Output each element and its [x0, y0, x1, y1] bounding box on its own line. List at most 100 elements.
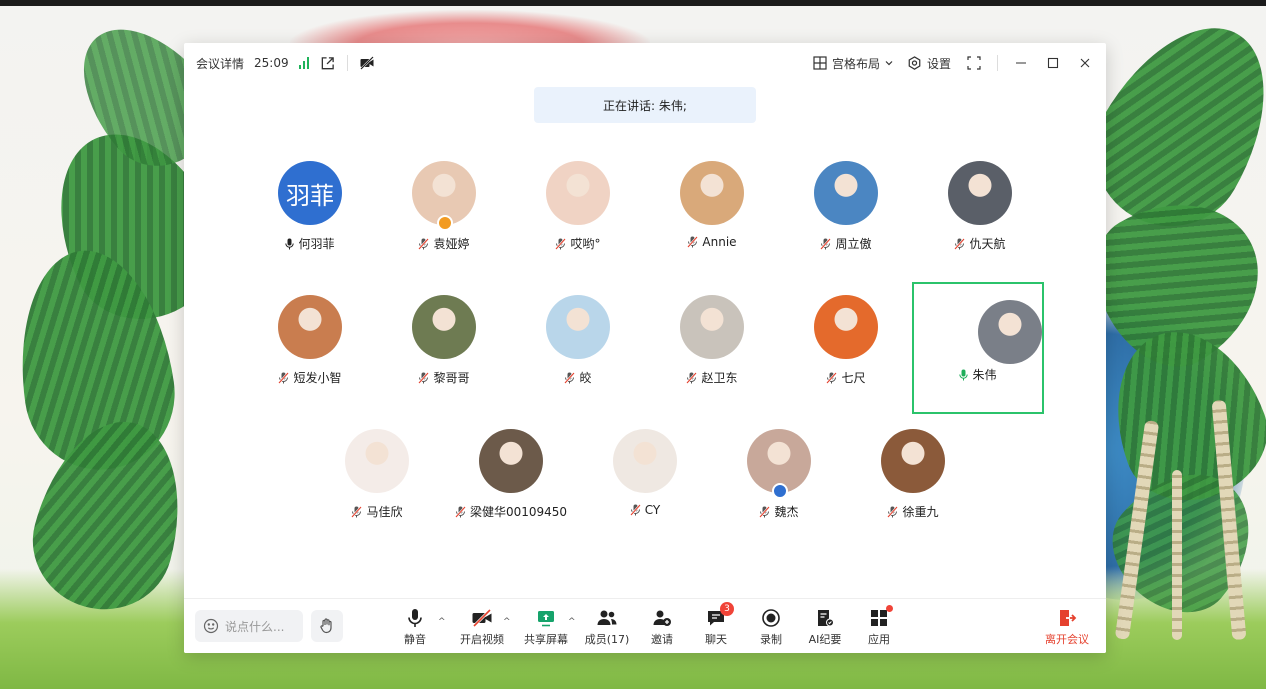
share-screen-button[interactable]: 共享屏幕	[518, 607, 574, 647]
avatar-container	[680, 161, 744, 231]
ai-summary-button[interactable]: AI纪要	[797, 607, 853, 647]
chat-unread-badge: 3	[720, 602, 734, 616]
chat-placeholder: 说点什么...	[225, 619, 285, 634]
participant-tile[interactable]: 赵卫东	[646, 285, 778, 417]
participant-name-line: 朱伟	[914, 366, 1042, 383]
mute-options-caret[interactable]: ^	[438, 617, 446, 627]
chat-button[interactable]: 3 聊天	[688, 602, 744, 647]
participant-name-line: 马佳欣	[311, 503, 443, 520]
share-label: 共享屏幕	[524, 633, 568, 646]
participant-name-line: 皎	[512, 369, 644, 386]
participant-name: 魏杰	[774, 505, 799, 519]
participant-tile[interactable]: 朱伟	[912, 282, 1044, 414]
leave-meeting-button[interactable]: 离开会议	[1039, 607, 1095, 647]
participant-name: 朱伟	[972, 368, 997, 382]
start-video-button[interactable]: 开启视频	[454, 607, 510, 647]
record-button[interactable]: 录制	[743, 607, 799, 647]
quick-chat-input[interactable]: 说点什么...	[195, 610, 303, 642]
participant-tile[interactable]: 皎	[512, 285, 644, 417]
participant-tile[interactable]: 黎哥哥	[378, 285, 510, 417]
add-user-icon	[651, 607, 673, 629]
participant-name: 七尺	[841, 371, 866, 385]
participant-name-line: 袁娅婷	[378, 235, 510, 252]
apps-button[interactable]: 应用	[851, 605, 907, 647]
mic-muted-icon	[759, 505, 771, 518]
wallpaper-trunk	[1172, 470, 1182, 640]
apps-icon	[868, 605, 893, 629]
meeting-window: 会议详情 25:09 宫格布局 设置 正在讲话: 朱伟; 羽菲 何羽菲 袁娅婷 …	[184, 43, 1106, 653]
avatar-container	[479, 429, 543, 499]
avatar	[814, 295, 878, 359]
avatar	[345, 429, 409, 493]
mic-muted-icon	[820, 237, 832, 250]
exit-icon	[1056, 607, 1078, 629]
participant-name-line: 七尺	[780, 369, 912, 386]
apps-label: 应用	[868, 633, 890, 646]
meeting-toolbar: 说点什么... 静音 ^ 开启视频 ^ 共享屏幕 ^ 成员(17) 邀请 3 聊…	[184, 598, 1106, 653]
share-screen-icon	[535, 607, 557, 629]
video-off-icon	[471, 607, 493, 629]
avatar-container	[278, 295, 342, 365]
participant-tile[interactable]: 马佳欣	[311, 419, 443, 551]
participant-tile[interactable]: Annie	[646, 151, 778, 283]
apps-notification-dot	[886, 605, 893, 612]
mic-muted-icon	[687, 236, 699, 248]
avatar	[680, 295, 744, 359]
avatar	[680, 161, 744, 225]
participant-name: 皎	[579, 371, 592, 385]
invite-button[interactable]: 邀请	[634, 607, 690, 647]
participant-tile[interactable]: 仇天航	[914, 151, 1046, 283]
chat-icon: 3	[705, 602, 734, 629]
participant-tile[interactable]: CY	[579, 419, 711, 551]
avatar-container	[747, 429, 811, 499]
microphone-icon	[404, 607, 426, 629]
participant-name: 短发小智	[293, 371, 342, 385]
avatar-container	[948, 161, 1012, 231]
video-label: 开启视频	[460, 633, 504, 646]
avatar-container	[345, 429, 409, 499]
avatar	[479, 429, 543, 493]
participant-tile[interactable]: 七尺	[780, 285, 912, 417]
participant-name: 马佳欣	[366, 505, 403, 519]
members-button[interactable]: 成员(17)	[579, 607, 635, 647]
members-label: 成员(17)	[584, 633, 630, 646]
ai-notes-icon	[814, 607, 836, 629]
avatar-container	[412, 295, 476, 365]
video-options-caret[interactable]: ^	[503, 617, 511, 627]
ai-label: AI纪要	[808, 633, 842, 646]
participant-name-line: 何羽菲	[244, 235, 376, 252]
avatar	[546, 161, 610, 225]
participant-name: 周立傲	[835, 237, 872, 251]
participant-tile[interactable]: 周立傲	[780, 151, 912, 283]
mute-button[interactable]: 静音	[387, 607, 443, 647]
participant-tile[interactable]: 魏杰	[713, 419, 845, 551]
participant-tile[interactable]: 梁健华00109450	[445, 419, 577, 551]
participant-name: 梁健华00109450	[469, 505, 568, 519]
participant-name-line: 短发小智	[244, 369, 376, 386]
participant-name: 黎哥哥	[433, 371, 470, 385]
participant-tile[interactable]: 哎哟°	[512, 151, 644, 283]
mic-on-icon	[285, 238, 295, 250]
avatar	[412, 295, 476, 359]
avatar-container	[814, 161, 878, 231]
avatar-container	[546, 161, 610, 231]
avatar-container	[946, 292, 1042, 364]
participant-tile[interactable]: 徐重九	[847, 419, 979, 551]
mic-on-icon	[959, 369, 969, 381]
avatar-container	[412, 161, 476, 231]
share-options-caret[interactable]: ^	[568, 617, 576, 627]
hand-icon	[320, 618, 332, 634]
avatar-container	[546, 295, 610, 365]
mic-muted-icon	[826, 371, 838, 384]
participant-tile[interactable]: 羽菲 何羽菲	[244, 151, 376, 283]
emoji-icon	[203, 618, 219, 634]
members-icon	[596, 607, 618, 629]
avatar	[546, 295, 610, 359]
participant-name-line: 仇天航	[914, 235, 1046, 252]
raise-hand-button[interactable]	[311, 610, 343, 642]
participant-tile[interactable]: 短发小智	[244, 285, 376, 417]
participant-tile[interactable]: 袁娅婷	[378, 151, 510, 283]
avatar	[978, 300, 1042, 364]
record-icon	[760, 607, 782, 629]
record-label: 录制	[760, 633, 782, 646]
